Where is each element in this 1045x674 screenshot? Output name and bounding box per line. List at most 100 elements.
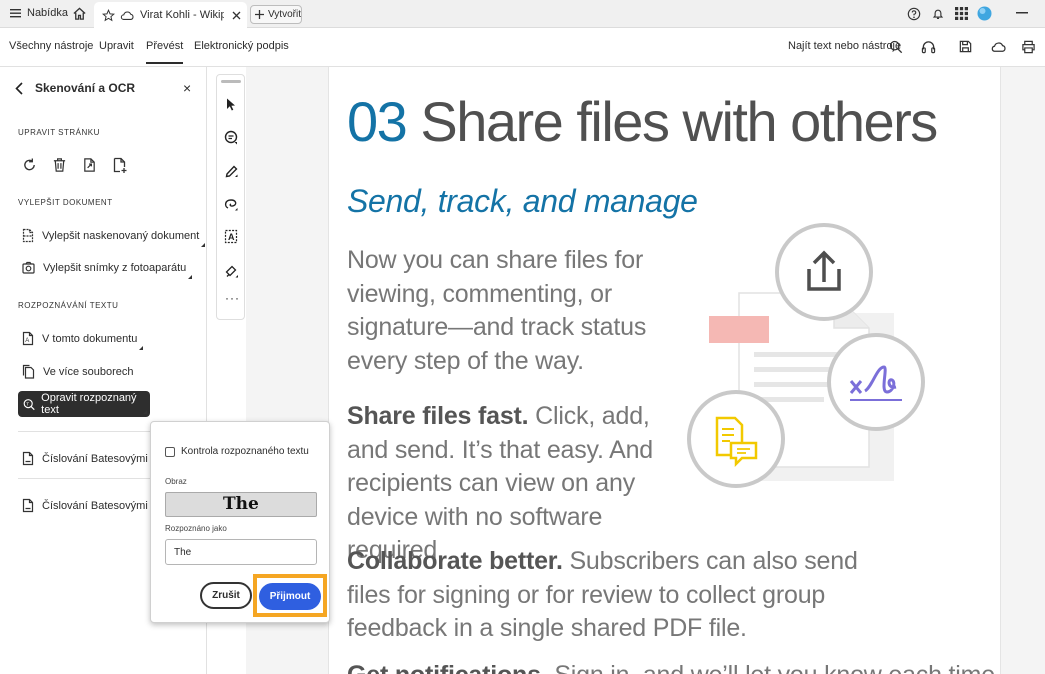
svg-text:A: A: [228, 232, 235, 242]
camera-icon: [22, 261, 35, 274]
help-icon[interactable]: [907, 7, 921, 21]
enhance-scanned-label: Vylepšit naskenovaný dokument: [42, 229, 200, 242]
notifications-paragraph: Get notifications. Sign in, and we’ll le…: [347, 659, 995, 674]
select-cursor-icon[interactable]: [224, 97, 238, 112]
collaborate-paragraph: Collaborate better. Subscribers can also…: [347, 545, 907, 646]
rotate-icon[interactable]: [22, 157, 37, 173]
heading-text: Share files with others: [420, 90, 938, 153]
close-panel-icon[interactable]: ×: [183, 80, 191, 96]
recognized-text-input[interactable]: The: [165, 539, 317, 565]
svg-text:T: T: [26, 401, 29, 407]
section-enhance: VYLEPŠIT DOKUMENT: [18, 198, 113, 207]
accept-button[interactable]: Přijmout: [259, 583, 321, 610]
new-tab-label: Vytvořit: [268, 9, 301, 20]
highlight-pen-icon[interactable]: [224, 163, 239, 179]
bates-document-icon: [22, 451, 34, 466]
comment-document-circle-icon: [687, 390, 785, 488]
cloud-upload-icon[interactable]: [990, 40, 1007, 53]
collaborate-bold: Collaborate better.: [347, 547, 563, 575]
close-tab-icon[interactable]: [232, 11, 241, 20]
notifications-text: Sign in, and we’ll let you know each tim…: [548, 661, 995, 674]
share-illustration: [687, 223, 925, 488]
trash-icon[interactable]: [52, 157, 67, 173]
ocr-correction-popup: Kontrola rozpoznaného textu Obraz The Ro…: [150, 421, 330, 623]
scanned-document-icon: [22, 228, 34, 243]
drag-handle[interactable]: [221, 80, 241, 83]
browser-tab-bar: Nabídka Virat Kohli - Wikipe Vytvořit: [0, 0, 1045, 28]
text-document-icon: A: [22, 331, 34, 346]
recognize-multiple-files-label: Ve více souborech: [43, 365, 134, 378]
recognized-as-label: Rozpoznáno jako: [165, 524, 227, 533]
app-toolbar: Všechny nástroje Upravit Převést Elektro…: [0, 28, 1045, 67]
source-image-preview: The: [165, 492, 317, 517]
bates-document-icon: [22, 498, 34, 513]
upload-circle-icon: [775, 223, 873, 321]
section-recognize: ROZPOZNÁVÁNÍ TEXTU: [18, 301, 119, 310]
search-text-icon: T: [23, 398, 35, 410]
apps-grid-icon[interactable]: [955, 7, 968, 20]
correct-recognized-text-item[interactable]: T Opravit rozpoznaný text: [18, 391, 150, 417]
tab-edit[interactable]: Upravit: [99, 40, 134, 52]
avatar[interactable]: [977, 6, 992, 21]
enhance-camera-label: Vylepšit snímky z fotoaparátu: [43, 262, 187, 274]
text-box-icon[interactable]: A: [224, 229, 239, 245]
tab-title: Virat Kohli - Wikipe: [140, 9, 224, 21]
recognize-this-document-item[interactable]: A V tomto dokumentu: [22, 331, 144, 350]
enhance-camera-item[interactable]: Vylepšit snímky z fotoaparátu: [22, 261, 193, 279]
recognize-this-document-label: V tomto dokumentu: [42, 332, 138, 345]
review-text-checkbox[interactable]: Kontrola rozpoznaného textu: [165, 446, 309, 457]
minimize-icon[interactable]: [1016, 12, 1028, 16]
save-icon[interactable]: [958, 39, 973, 54]
heading-number: 03: [347, 90, 408, 153]
tab-e-sign[interactable]: Elektronický podpis: [194, 40, 289, 52]
fill-sign-icon[interactable]: [224, 263, 239, 279]
page-heading: 03 Share files with others: [347, 89, 938, 154]
image-label: Obraz: [165, 477, 187, 486]
intro-paragraph: Now you can share files for viewing, com…: [347, 246, 647, 375]
insert-page-icon[interactable]: [112, 157, 128, 174]
checkbox-box[interactable]: [165, 446, 175, 457]
new-tab-button[interactable]: Vytvořit: [250, 5, 302, 24]
page-subheading: Send, track, and manage: [347, 183, 698, 219]
edit-page-tools: [22, 157, 128, 174]
enhance-scanned-item[interactable]: Vylepšit naskenovaný dokument: [22, 228, 206, 247]
print-icon[interactable]: [1021, 40, 1036, 54]
more-tools-icon[interactable]: ···: [225, 291, 240, 305]
plus-icon: [255, 10, 264, 19]
browser-tab[interactable]: Virat Kohli - Wikipe: [94, 2, 247, 28]
panel-header: Skenování a OCR: [15, 81, 135, 95]
search-icon[interactable]: [889, 40, 903, 54]
home-icon[interactable]: [72, 6, 87, 21]
hamburger-icon: [10, 9, 21, 18]
signature-circle-icon: [827, 333, 925, 431]
svg-text:A: A: [25, 338, 29, 344]
share-bold: Share files fast.: [347, 402, 529, 430]
section-edit-page: UPRAVIT STRÁNKU: [18, 128, 100, 137]
notifications-bold: Get notifications.: [347, 661, 548, 674]
correct-recognized-text-label: Opravit rozpoznaný text: [41, 392, 137, 416]
extract-page-icon[interactable]: [82, 157, 97, 173]
tab-convert[interactable]: Převést: [146, 40, 184, 64]
cancel-button[interactable]: Zrušit: [200, 582, 252, 609]
recognize-multiple-files-item[interactable]: Ve více souborech: [22, 364, 134, 379]
find-label[interactable]: Najít text nebo nástroje: [788, 40, 901, 52]
document-margin-right: [1001, 67, 1045, 674]
image-word: The: [223, 494, 259, 514]
share-paragraph: Share files fast. Click, add, and send. …: [347, 400, 677, 568]
back-arrow-icon[interactable]: [15, 81, 23, 95]
accept-highlight: Přijmout: [253, 574, 327, 617]
panel-title: Skenování a OCR: [35, 81, 136, 95]
tab-all-tools[interactable]: Všechny nástroje: [9, 40, 93, 52]
multiple-files-icon: [22, 364, 35, 379]
comment-icon[interactable]: [224, 130, 239, 146]
headset-icon[interactable]: [921, 40, 936, 54]
submenu-indicator: [143, 410, 147, 414]
quick-tools-bar: A ···: [216, 74, 245, 320]
menu-label: Nabídka: [27, 7, 68, 19]
star-icon[interactable]: [102, 8, 115, 22]
menu-button[interactable]: Nabídka: [10, 7, 68, 19]
bell-icon[interactable]: [931, 7, 945, 21]
draw-lasso-icon[interactable]: [224, 197, 239, 212]
cloud-icon: [120, 10, 134, 20]
pdf-page: 03 Share files with others Send, track, …: [328, 67, 1001, 674]
